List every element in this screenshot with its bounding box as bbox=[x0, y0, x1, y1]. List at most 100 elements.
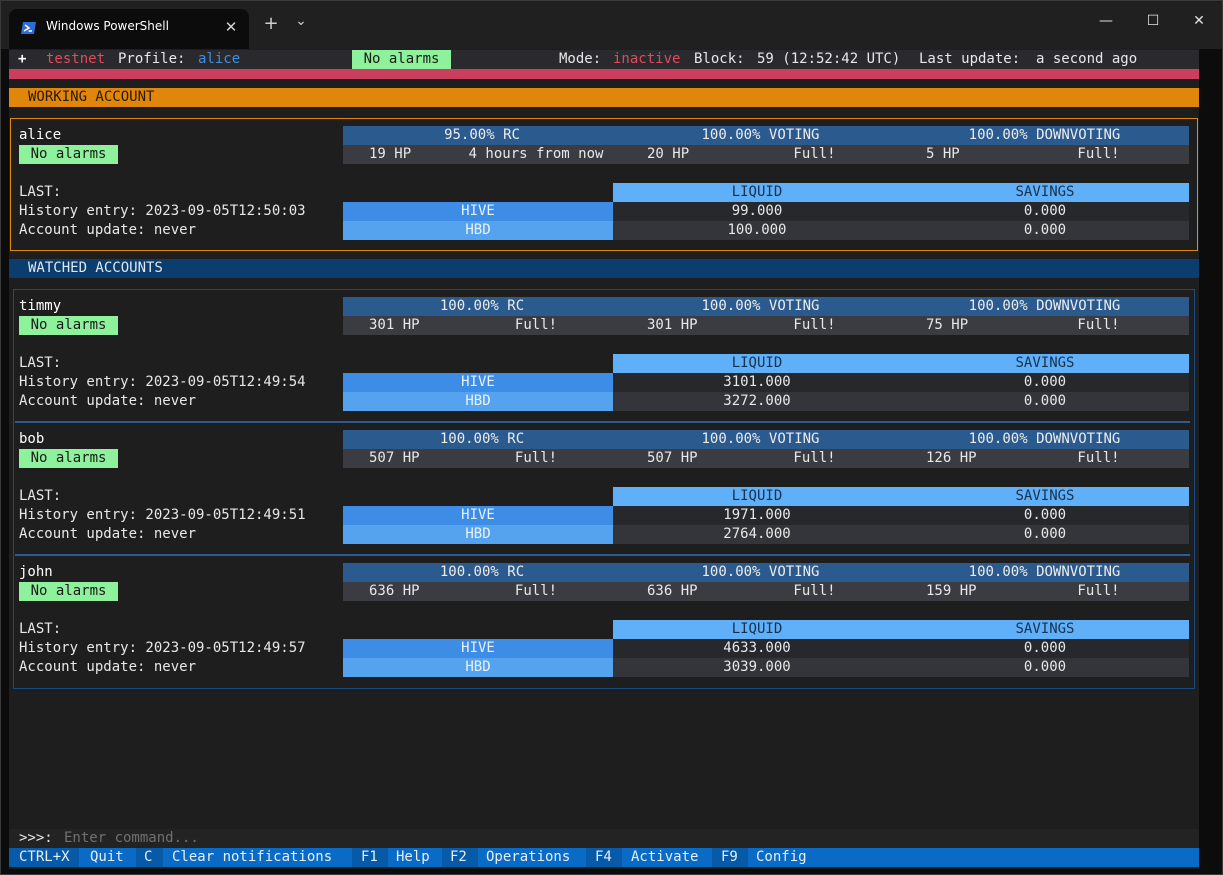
shortcut-key-c[interactable]: C bbox=[136, 848, 163, 867]
account-update: Account update: never bbox=[19, 526, 197, 542]
terminal-window: Windows PowerShell ✕ + ⌄ — ☐ ✕ + testnet… bbox=[0, 0, 1223, 875]
network-name: testnet bbox=[46, 51, 106, 67]
minimize-button[interactable]: — bbox=[1083, 1, 1129, 41]
account-name: bob bbox=[19, 431, 45, 447]
shortcut-key-ctrl-x[interactable]: CTRL+X bbox=[9, 848, 79, 867]
voting-status: Full! bbox=[729, 316, 900, 335]
rc-hp: 636 HP bbox=[343, 582, 451, 601]
rc-header: 95.00% RC bbox=[343, 126, 621, 145]
shortcut-key-f9[interactable]: F9 bbox=[712, 848, 748, 867]
last-label: LAST: bbox=[19, 355, 62, 371]
shortcut-key-f1[interactable]: F1 bbox=[352, 848, 388, 867]
powershell-icon bbox=[21, 22, 36, 34]
account-name: john bbox=[19, 564, 53, 580]
profile-label: Profile: bbox=[118, 51, 186, 67]
hbd-label: HBD bbox=[343, 392, 613, 411]
command-prompt: >>>: bbox=[19, 830, 53, 846]
shortcut-activate[interactable]: Activate bbox=[622, 848, 712, 867]
menu-plus[interactable]: + bbox=[18, 50, 26, 69]
watched-accounts-header: WATCHED ACCOUNTS bbox=[9, 259, 1199, 278]
working-account-header: WORKING ACCOUNT bbox=[9, 88, 1199, 107]
account-update: Account update: never bbox=[19, 222, 197, 238]
rc-hp: 301 HP bbox=[343, 316, 451, 335]
tab-powershell[interactable]: Windows PowerShell ✕ bbox=[9, 9, 249, 49]
title-bar: Windows PowerShell ✕ + ⌄ — ☐ ✕ bbox=[1, 1, 1222, 49]
shortcut-clear-notifications[interactable]: Clear notifications bbox=[163, 848, 352, 867]
shortcut-config[interactable]: Config bbox=[748, 848, 828, 867]
account-separator bbox=[15, 554, 1190, 556]
new-tab-button[interactable]: + bbox=[263, 13, 279, 34]
voting-hp: 636 HP bbox=[621, 582, 729, 601]
liquid-header: LIQUID bbox=[613, 183, 901, 202]
working-account-title: WORKING ACCOUNT bbox=[28, 89, 155, 105]
profile-name: alice bbox=[198, 51, 241, 67]
voting-status: Full! bbox=[729, 582, 900, 601]
hbd-liquid-value: 100.000 bbox=[613, 221, 901, 240]
hbd-label: HBD bbox=[343, 525, 613, 544]
savings-header: SAVINGS bbox=[901, 354, 1189, 373]
voting-hp: 301 HP bbox=[621, 316, 729, 335]
downvoting-hp: 75 HP bbox=[900, 316, 1008, 335]
downvoting-status: Full! bbox=[1008, 145, 1189, 164]
hive-savings-value: 0.000 bbox=[901, 373, 1189, 392]
downvoting-status: Full! bbox=[1008, 582, 1189, 601]
shortcut-quit[interactable]: Quit bbox=[82, 848, 136, 867]
hive-liquid-value: 3101.000 bbox=[613, 373, 901, 392]
shortcut-bar: CTRL+X Quit C Clear notifications F1 Hel… bbox=[9, 848, 1199, 867]
rc-status: Full! bbox=[451, 582, 621, 601]
account-name: timmy bbox=[19, 298, 62, 314]
maximize-button[interactable]: ☐ bbox=[1130, 1, 1176, 41]
mode-value: inactive bbox=[613, 51, 681, 67]
mode-label: Mode: bbox=[559, 51, 602, 67]
rc-header: 100.00% RC bbox=[343, 563, 621, 582]
shortcut-key-f2[interactable]: F2 bbox=[442, 848, 478, 867]
last-update-label: Last update: bbox=[919, 51, 1021, 67]
account-name: alice bbox=[19, 127, 62, 143]
shortcut-help[interactable]: Help bbox=[388, 848, 442, 867]
downvoting-header: 100.00% DOWNVOTING bbox=[900, 126, 1189, 145]
voting-hp: 20 HP bbox=[621, 145, 729, 164]
history-entry: History entry: 2023-09-05T12:49:51 bbox=[19, 507, 306, 523]
command-line: >>>: Enter command... bbox=[9, 829, 1199, 848]
watched-accounts-title: WATCHED ACCOUNTS bbox=[28, 260, 163, 276]
command-input[interactable]: Enter command... bbox=[64, 829, 199, 848]
hive-label: HIVE bbox=[343, 202, 613, 221]
account-separator bbox=[15, 421, 1190, 423]
liquid-header: LIQUID bbox=[613, 487, 901, 506]
status-accent-bar bbox=[9, 69, 1199, 79]
downvoting-header: 100.00% DOWNVOTING bbox=[900, 430, 1189, 449]
hive-savings-value: 0.000 bbox=[901, 639, 1189, 658]
downvoting-header: 100.00% DOWNVOTING bbox=[900, 563, 1189, 582]
tab-title: Windows PowerShell bbox=[46, 19, 169, 33]
account-update: Account update: never bbox=[19, 659, 197, 675]
savings-header: SAVINGS bbox=[901, 487, 1189, 506]
status-alarms-badge: No alarms bbox=[352, 50, 451, 69]
alarms-badge: No alarms bbox=[19, 449, 118, 468]
block-label: Block: bbox=[694, 51, 745, 67]
history-entry: History entry: 2023-09-05T12:49:57 bbox=[19, 640, 306, 656]
account-update: Account update: never bbox=[19, 393, 197, 409]
shortcut-operations[interactable]: Operations bbox=[478, 848, 586, 867]
downvoting-hp: 159 HP bbox=[900, 582, 1008, 601]
voting-status: Full! bbox=[729, 145, 900, 164]
last-label: LAST: bbox=[19, 488, 62, 504]
downvoting-header: 100.00% DOWNVOTING bbox=[900, 297, 1189, 316]
status-bar: + testnet Profile: alice No alarms Mode:… bbox=[9, 50, 1199, 69]
rc-hp: 19 HP bbox=[343, 145, 451, 164]
close-tab-icon[interactable]: ✕ bbox=[222, 18, 240, 36]
alarms-badge: No alarms bbox=[19, 582, 118, 601]
last-label: LAST: bbox=[19, 184, 62, 200]
hbd-savings-value: 0.000 bbox=[901, 525, 1189, 544]
hive-liquid-value: 4633.000 bbox=[613, 639, 901, 658]
rc-status: Full! bbox=[451, 449, 621, 468]
terminal-content[interactable]: + testnet Profile: alice No alarms Mode:… bbox=[9, 49, 1199, 869]
shortcut-key-f4[interactable]: F4 bbox=[586, 848, 622, 867]
downvoting-status: Full! bbox=[1008, 449, 1189, 468]
rc-status: 4 hours from now bbox=[451, 145, 621, 164]
hbd-label: HBD bbox=[343, 221, 613, 240]
last-update-value: a second ago bbox=[1036, 51, 1138, 67]
close-window-button[interactable]: ✕ bbox=[1176, 1, 1222, 41]
hive-savings-value: 0.000 bbox=[901, 506, 1189, 525]
downvoting-hp: 126 HP bbox=[900, 449, 1008, 468]
chevron-down-icon[interactable]: ⌄ bbox=[293, 13, 309, 29]
